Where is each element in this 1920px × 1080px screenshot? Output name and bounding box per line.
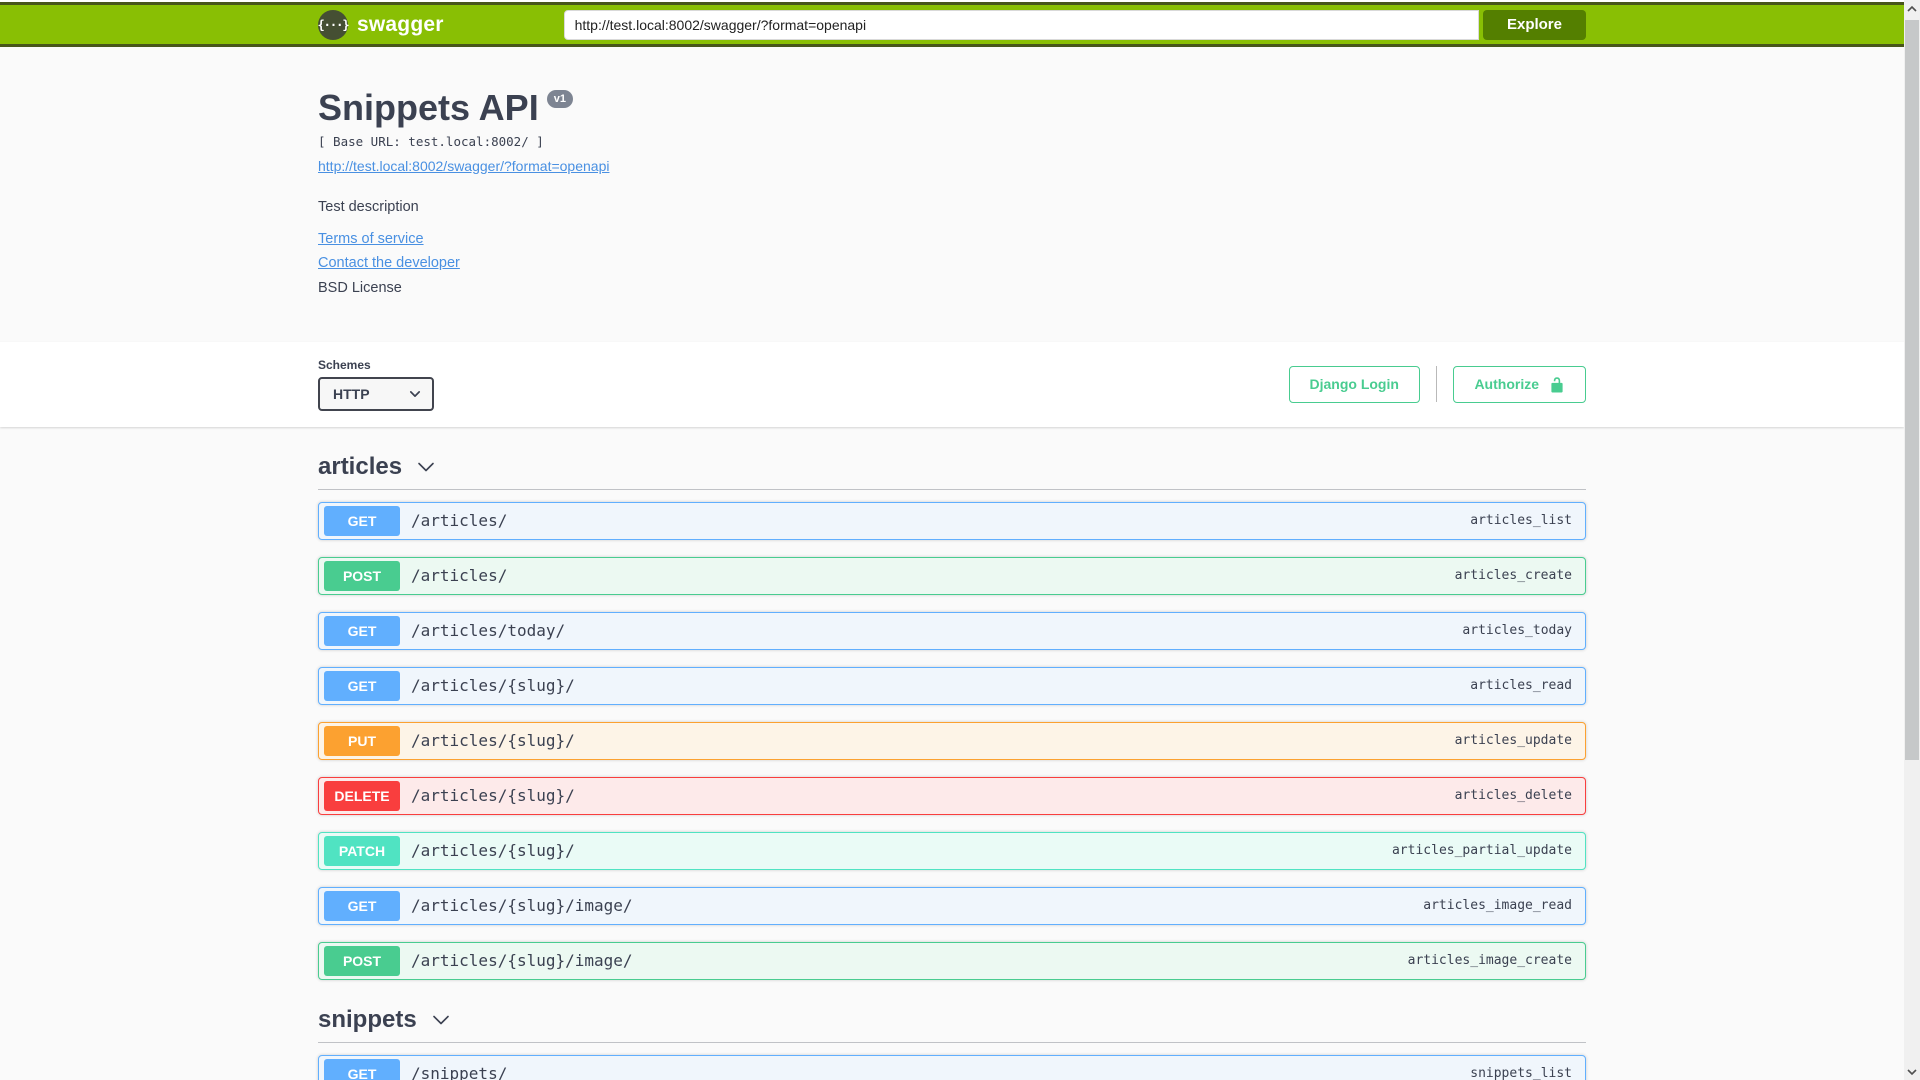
scrollbar-down-arrow[interactable] [1904, 1063, 1920, 1080]
operation-path: /articles/{slug}/ [411, 731, 575, 751]
info-section: Snippets API v1 [ Base URL: test.local:8… [0, 47, 1904, 342]
operation-row[interactable]: GET /articles/today/ articles_today [318, 611, 1586, 650]
explore-button[interactable]: Explore [1482, 9, 1586, 40]
operation-path: /articles/{slug}/image/ [411, 951, 633, 971]
operation-row[interactable]: PUT /articles/{slug}/ articles_update [318, 721, 1586, 760]
operation-id: articles_update [1454, 733, 1572, 749]
schemes-selected-value: HTTP [333, 385, 370, 402]
method-badge: DELETE [324, 780, 400, 811]
api-description: Test description [318, 198, 419, 215]
schemes-block: Schemes HTTP [318, 358, 434, 411]
contact-developer-link[interactable]: Contact the developer [318, 255, 460, 271]
method-badge: GET [324, 670, 400, 701]
operation-list: GET /articles/ articles_list POST /artic… [318, 501, 1586, 980]
operation-row[interactable]: PATCH /articles/{slug}/ articles_partial… [318, 831, 1586, 870]
license-text: BSD License [318, 279, 402, 296]
operation-row[interactable]: DELETE /articles/{slug}/ articles_delete [318, 776, 1586, 815]
django-login-label: Django Login [1309, 376, 1399, 393]
chevron-down-icon [418, 462, 434, 471]
api-tag-section: snippets GET /snippets/ snippets_list [318, 1006, 1586, 1080]
operation-id: snippets_list [1470, 1066, 1572, 1080]
method-badge: GET [324, 890, 400, 921]
operation-row[interactable]: POST /articles/ articles_create [318, 556, 1586, 595]
operation-path: /articles/{slug}/ [411, 786, 575, 806]
chevron-up-icon [1907, 5, 1917, 12]
operation-row[interactable]: GET /articles/{slug}/ articles_read [318, 666, 1586, 705]
api-tag-section: articles GET /articles/ articles_list PO… [318, 453, 1586, 980]
operation-id: articles_create [1454, 568, 1572, 584]
section-header[interactable]: articles [318, 453, 1586, 490]
terms-of-service-link[interactable]: Terms of service [318, 231, 424, 247]
auth-divider [1435, 366, 1438, 403]
method-badge: POST [324, 945, 400, 976]
unlock-icon [1551, 376, 1563, 393]
django-login-button[interactable]: Django Login [1288, 365, 1420, 403]
scrollbar-thumb[interactable] [1905, 20, 1919, 760]
scheme-container: Schemes HTTP Django Login Authorize [0, 341, 1904, 427]
version-badge: v1 [546, 90, 573, 109]
scrollbar-up-arrow[interactable] [1904, 0, 1920, 17]
section-title: snippets [318, 1005, 417, 1033]
auth-wrapper: Django Login Authorize [1288, 365, 1586, 403]
section-title: articles [318, 452, 403, 480]
vertical-scrollbar[interactable] [1904, 0, 1920, 1080]
operation-row[interactable]: GET /articles/ articles_list [318, 501, 1586, 540]
swagger-logo-icon: {···} [317, 9, 350, 40]
api-title-text: Snippets API [318, 87, 539, 128]
base-url: [ Base URL: test.local:8002/ ] [318, 133, 544, 149]
operation-id: articles_image_create [1407, 953, 1572, 969]
operation-id: articles_today [1462, 623, 1572, 639]
operation-path: /articles/{slug}/image/ [411, 896, 633, 916]
operation-list: GET /snippets/ snippets_list [318, 1054, 1586, 1080]
operation-row[interactable]: GET /articles/{slug}/image/ articles_ima… [318, 886, 1586, 925]
operation-id: articles_delete [1454, 788, 1572, 804]
operation-path: /articles/ [411, 511, 508, 531]
method-badge: GET [324, 615, 400, 646]
operation-id: articles_list [1470, 513, 1572, 529]
operation-row[interactable]: GET /snippets/ snippets_list [318, 1054, 1586, 1080]
download-url-wrapper: Explore [563, 9, 1586, 40]
operation-path: /articles/ [411, 566, 508, 586]
operation-path: /articles/today/ [411, 621, 566, 641]
operation-path: /snippets/ [411, 1064, 508, 1080]
chevron-down-icon [432, 1015, 449, 1024]
api-sections: articles GET /articles/ articles_list PO… [318, 453, 1586, 1080]
swagger-logo[interactable]: {···} swagger [317, 9, 444, 40]
authorize-button[interactable]: Authorize [1453, 365, 1586, 403]
swagger-logo-text: swagger [357, 12, 444, 36]
spec-link[interactable]: http://test.local:8002/swagger/?format=o… [318, 158, 609, 174]
operation-path: /articles/{slug}/ [411, 841, 575, 861]
method-badge: GET [324, 505, 400, 536]
operation-id: articles_read [1470, 678, 1572, 694]
chevron-down-icon [409, 390, 421, 397]
method-badge: PUT [324, 725, 400, 756]
page-title: Snippets API v1 [318, 88, 1586, 128]
topbar: {···} swagger Explore [0, 2, 1904, 47]
section-header[interactable]: snippets [318, 1006, 1586, 1043]
method-badge: GET [324, 1058, 400, 1080]
authorize-label: Authorize [1474, 376, 1539, 393]
chevron-down-icon [1907, 1068, 1917, 1075]
spec-url-input[interactable] [563, 9, 1479, 40]
operation-id: articles_partial_update [1391, 843, 1572, 859]
method-badge: PATCH [324, 835, 400, 866]
operation-path: /articles/{slug}/ [411, 676, 575, 696]
page: {···} swagger Explore Snippets API v1 [ … [0, 0, 1904, 1080]
schemes-label: Schemes [318, 357, 371, 372]
schemes-select[interactable]: HTTP [318, 376, 434, 411]
operation-id: articles_image_read [1423, 898, 1572, 914]
method-badge: POST [324, 560, 400, 591]
operation-row[interactable]: POST /articles/{slug}/image/ articles_im… [318, 941, 1586, 980]
